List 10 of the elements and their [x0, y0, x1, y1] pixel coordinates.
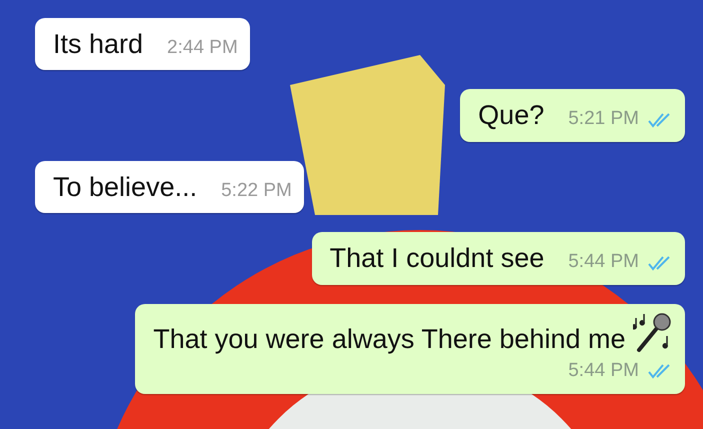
message-text: That I couldnt see [330, 242, 544, 276]
message-time: 5:44 PM [568, 359, 639, 384]
message-text: Que? [478, 99, 544, 132]
message-time: 5:44 PM [568, 250, 639, 274]
message-text: To believe... [53, 170, 198, 204]
message-time: 5:22 PM [221, 178, 292, 203]
message-text: Its hard [53, 28, 144, 61]
message-text: That you were always There behind me [153, 312, 673, 358]
message-time: 5:21 PM [568, 107, 639, 132]
message-time: 2:44 PM [167, 36, 238, 60]
